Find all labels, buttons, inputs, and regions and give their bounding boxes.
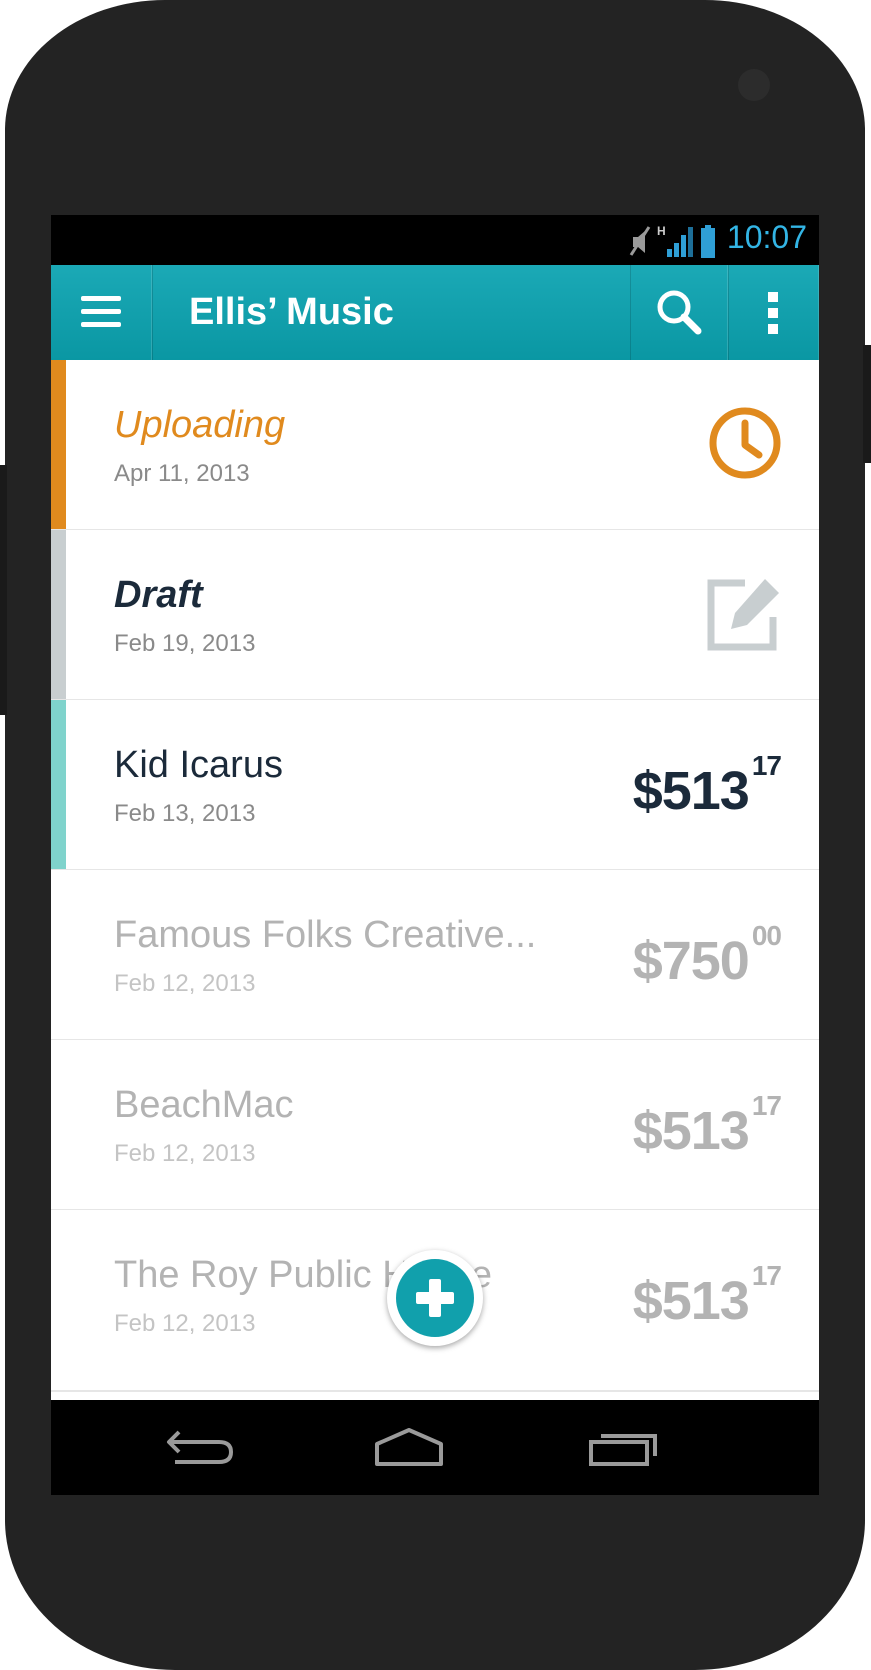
list-item[interactable]: Kid Icarus Feb 13, 2013 $513 17 — [51, 700, 819, 871]
item-date: Feb 12, 2013 — [114, 970, 256, 997]
item-amount: $750 00 — [632, 920, 782, 992]
item-date: Feb 13, 2013 — [114, 800, 256, 827]
recent-apps-button[interactable] — [583, 1420, 663, 1475]
status-time: 10:07 — [726, 219, 807, 255]
amount-dollars: $750 — [632, 931, 750, 991]
status-stripe — [51, 700, 66, 869]
amount-cents: 17 — [751, 1090, 782, 1121]
back-icon — [167, 1430, 234, 1464]
item-title: Famous Folks Creative... — [114, 914, 537, 956]
volume-button — [0, 465, 7, 715]
item-title: Uploading — [114, 404, 286, 446]
search-button[interactable] — [630, 265, 729, 360]
home-icon — [375, 1428, 443, 1466]
amount-dollars: $513 — [632, 761, 750, 821]
front-camera — [738, 69, 770, 101]
home-button[interactable] — [369, 1420, 449, 1475]
amount-cents: 17 — [751, 750, 782, 781]
app-title: Ellis’ Music — [189, 291, 394, 333]
power-button — [863, 345, 871, 463]
item-amount: $513 17 — [632, 1260, 782, 1332]
clock-icon — [709, 407, 781, 479]
recent-apps-icon — [589, 1434, 657, 1466]
status-icons: H — [629, 224, 715, 258]
action-bar: Ellis’ Music — [51, 265, 819, 360]
amount-dollars: $513 — [632, 1101, 750, 1161]
item-date: Feb 12, 2013 — [114, 1140, 256, 1167]
edit-icon — [707, 579, 779, 651]
add-button[interactable] — [387, 1250, 483, 1346]
amount-cents: 17 — [751, 1260, 782, 1291]
item-date: Feb 12, 2013 — [114, 1310, 256, 1337]
navigation-bar — [51, 1400, 819, 1495]
back-button[interactable] — [161, 1420, 241, 1475]
item-title: Kid Icarus — [114, 744, 283, 786]
signal-icon — [667, 227, 693, 257]
network-type-label: H — [657, 224, 666, 238]
list-item[interactable]: BeachMac Feb 12, 2013 $513 17 — [51, 1040, 819, 1211]
list-item[interactable]: Famous Folks Creative... Feb 12, 2013 $7… — [51, 870, 819, 1041]
item-amount: $513 17 — [632, 1090, 782, 1162]
list-item[interactable]: Draft Feb 19, 2013 — [51, 530, 819, 701]
menu-icon — [81, 296, 121, 327]
item-amount: $513 17 — [632, 750, 782, 822]
overflow-menu-icon — [768, 292, 778, 334]
list-item[interactable]: Uploading Apr 11, 2013 — [51, 360, 819, 531]
amount-cents: 00 — [751, 920, 782, 951]
add-button-inner — [396, 1259, 474, 1337]
search-icon — [657, 290, 702, 335]
status-bar: H 10:07 — [51, 215, 819, 265]
item-title: Draft — [114, 574, 203, 616]
battery-icon — [701, 225, 715, 258]
mute-icon — [629, 226, 651, 256]
plus-icon — [416, 1279, 454, 1317]
menu-button[interactable] — [51, 265, 153, 360]
status-stripe — [51, 530, 66, 699]
amount-dollars: $513 — [632, 1271, 750, 1331]
item-date: Apr 11, 2013 — [114, 460, 250, 487]
item-date: Feb 19, 2013 — [114, 630, 256, 657]
item-title: BeachMac — [114, 1084, 294, 1126]
status-stripe — [51, 360, 66, 529]
overflow-menu-button[interactable] — [727, 265, 819, 360]
screen: H 10:07 Ellis’ Music Uploading Apr 11, 2… — [51, 215, 819, 1495]
